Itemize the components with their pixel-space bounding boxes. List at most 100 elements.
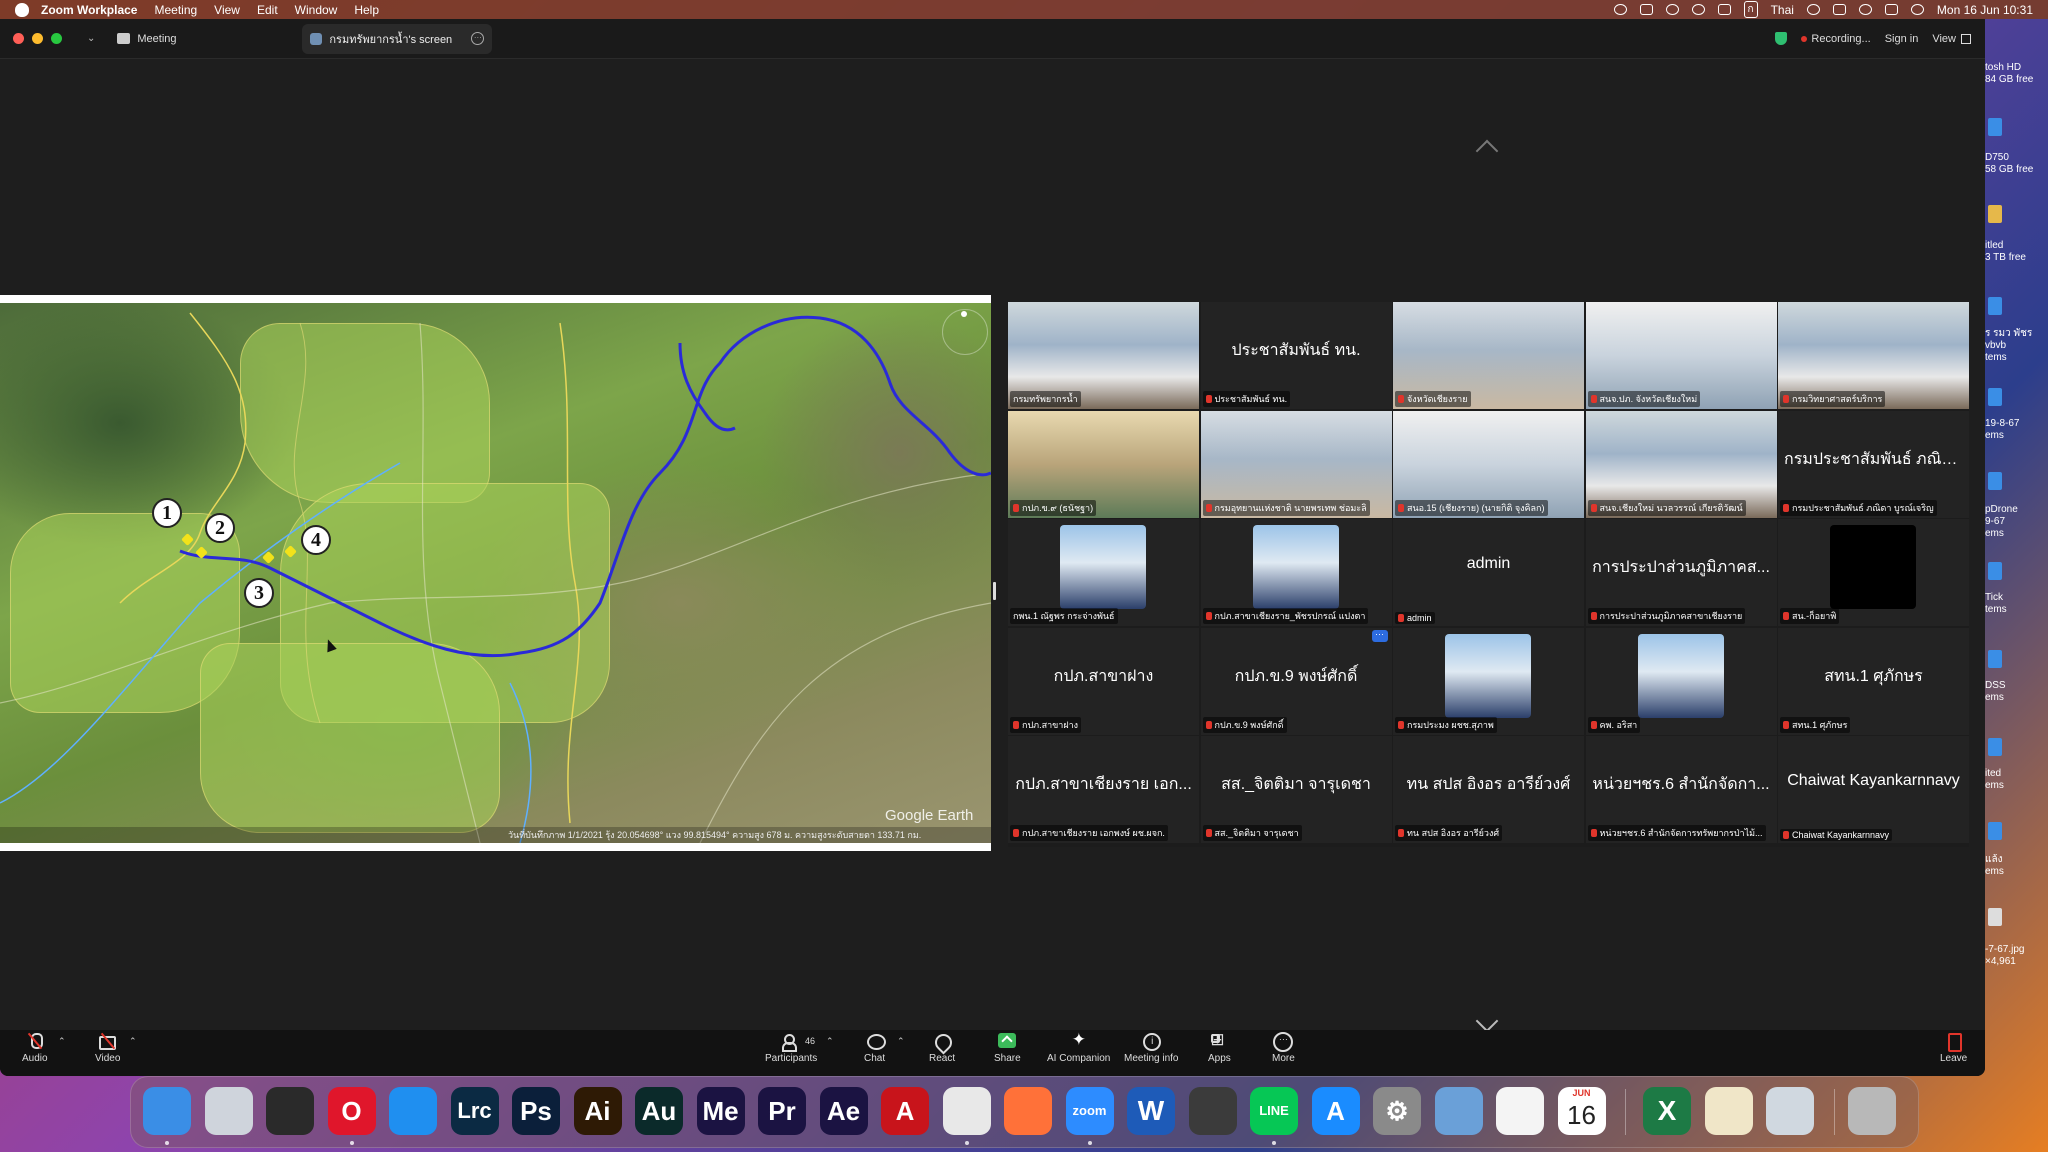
dock-app-opera-icon[interactable]: O	[327, 1087, 376, 1135]
dock-app-media-encoder-icon[interactable]: Me	[696, 1087, 745, 1135]
dock-app-final-cut-icon[interactable]	[1188, 1087, 1237, 1135]
folder-icon[interactable]	[1988, 297, 2002, 315]
audio-options-caret-icon[interactable]: ⌃	[58, 1036, 66, 1047]
desktop-item-label[interactable]: DSS	[1985, 680, 2048, 692]
menu-view[interactable]: View	[214, 3, 240, 17]
tab-more-icon[interactable]: ···	[471, 32, 485, 45]
desktop-item-label[interactable]: ร รมว พัชร	[1985, 328, 2048, 340]
desktop-item-label[interactable]: vbvb	[1985, 340, 2048, 352]
input-source-label[interactable]: Thai	[1771, 3, 1794, 17]
menu-edit[interactable]: Edit	[257, 3, 278, 17]
participant-tile[interactable]: จังหวัดเชียงราย	[1393, 302, 1584, 409]
dock-app-chrome-icon[interactable]	[942, 1087, 991, 1135]
participant-tile[interactable]: กรมอุทยานแห่งชาติ นายพรเทพ ช่อมะลิ	[1200, 410, 1392, 518]
participant-tile[interactable]: กปภ.สาขาเชียงราย_พัชรปกรณ์ แปงตา	[1200, 519, 1392, 626]
panel-resize-handle[interactable]	[993, 582, 996, 600]
collapse-up-button[interactable]	[1474, 139, 1500, 153]
drive-icon[interactable]	[1988, 205, 2002, 223]
folder-icon[interactable]	[1988, 650, 2002, 668]
dock-app-safari-icon[interactable]	[389, 1087, 437, 1135]
apps-button[interactable]: Apps	[1208, 1030, 1231, 1064]
desktop-item-label[interactable]: itled	[1985, 240, 2048, 252]
dock-app-firefox-icon[interactable]	[1004, 1087, 1052, 1135]
volume-icon[interactable]	[1717, 4, 1731, 15]
menu-app-name[interactable]: Zoom Workplace	[41, 3, 137, 17]
meeting-info-button[interactable]: Meeting info	[1124, 1033, 1178, 1064]
zoom-status-icon[interactable]	[1613, 4, 1627, 15]
dock-app-mail-drop-icon[interactable]	[1766, 1087, 1814, 1135]
participant-tile[interactable]: สน.-ก็อยาพิ	[1778, 519, 1969, 626]
chat-status-icon[interactable]	[1665, 4, 1679, 15]
dock-app-acrobat-icon[interactable]: A	[881, 1087, 929, 1135]
folder-icon[interactable]	[1988, 738, 2002, 756]
chat-caret-icon[interactable]: ⌃	[897, 1036, 905, 1047]
participant-tile[interactable]: กรมทรัพยากรน้ำ	[1008, 302, 1199, 409]
recording-indicator[interactable]: Recording...	[1801, 33, 1871, 45]
folder-icon[interactable]	[1988, 388, 2002, 406]
participant-tile[interactable]: กรมประมง ผชช.สุภาพ	[1393, 627, 1584, 735]
printer-icon[interactable]	[1639, 4, 1653, 15]
desktop-item-label[interactable]: 19-8-67	[1985, 418, 2048, 430]
share-button[interactable]: Share	[994, 1033, 1021, 1064]
chat-button[interactable]: Chat	[864, 1033, 886, 1064]
dock-app-excel-icon[interactable]: X	[1643, 1087, 1691, 1135]
tile-more-options-icon[interactable]: ···	[1371, 629, 1388, 642]
participant-tile[interactable]: admin admin	[1393, 519, 1584, 626]
participant-tile[interactable]: สนจ.เชียงใหม่ นวลวรรณ์ เกียรติวัฒน์	[1585, 410, 1777, 518]
participant-tile[interactable]: ประชาสัมพันธ์ ทน. ประชาสัมพันธ์ ทน.	[1200, 302, 1392, 409]
desktop-item-label[interactable]: pDrone	[1985, 504, 2048, 516]
drive-icon[interactable]	[1988, 118, 2002, 136]
folder-icon[interactable]	[1988, 822, 2002, 840]
time-machine-icon[interactable]	[1691, 4, 1705, 15]
participant-tile[interactable]: คพ. อริสา	[1585, 627, 1777, 735]
bluetooth-icon[interactable]	[1806, 4, 1820, 15]
menu-window[interactable]: Window	[295, 3, 338, 17]
participant-tile[interactable]: Chaiwat Kayankarnnavy Chaiwat Kayankarnna…	[1778, 736, 1969, 843]
dock-app-system-settings-icon[interactable]: ⚙	[1373, 1087, 1421, 1135]
participant-tile[interactable]: กรมประชาสัมพันธ์ ภณิต... กรมประชาสัมพันธ์…	[1778, 410, 1969, 518]
sign-in-link[interactable]: Sign in	[1885, 33, 1919, 45]
menu-meeting[interactable]: Meeting	[154, 3, 197, 17]
image-file-icon[interactable]	[1988, 908, 2002, 926]
participant-tile[interactable]: ทน สปส อิงอร อารีย์วงศ์ ทน สปส อิงอร อารี…	[1393, 736, 1584, 843]
chevron-down-icon[interactable]: ⌄	[87, 33, 95, 44]
dock-app-premiere-icon[interactable]: Pr	[758, 1087, 806, 1135]
folder-icon[interactable]	[1988, 472, 2002, 490]
participant-tile[interactable]: หน่วยฯชร.6 สำนักจัดกา... หน่วยฯชร.6 สำนัก…	[1585, 736, 1777, 843]
video-button[interactable]: Video	[95, 1033, 120, 1064]
compass-icon[interactable]	[942, 309, 988, 355]
dock-app-line-icon[interactable]: LINE	[1250, 1087, 1298, 1135]
close-window-button[interactable]	[13, 33, 24, 44]
dock-app-zoom-icon[interactable]: zoom	[1065, 1087, 1114, 1135]
desktop-item-label[interactable]: tosh HD	[1985, 62, 2048, 74]
tab-shared-screen[interactable]: กรมทรัพยากรน้ำ's screen ···	[302, 23, 493, 54]
participant-tile[interactable]: กพน.1 ณัฐพร กระจ่างพันธ์	[1008, 519, 1199, 626]
desktop-item-label[interactable]: แล้ง	[1985, 854, 2048, 866]
ai-companion-button[interactable]: AI Companion	[1047, 1030, 1110, 1064]
dock-app-finder-icon[interactable]	[143, 1087, 191, 1135]
minimize-window-button[interactable]	[32, 33, 43, 44]
folder-icon[interactable]	[1988, 562, 2002, 580]
participant-tile[interactable]: กปภ.สาขาฝาง กปภ.สาขาฝาง	[1008, 627, 1199, 735]
dock-app-preview-icon[interactable]	[1434, 1087, 1483, 1135]
desktop-item-label[interactable]: -7-67.jpg	[1985, 944, 2048, 956]
view-button[interactable]: View	[1932, 33, 1971, 45]
dock-app-audition-icon[interactable]: Au	[635, 1087, 683, 1135]
dock-app-illustrator-icon[interactable]: Ai	[573, 1087, 622, 1135]
leave-button[interactable]: Leave	[1940, 1033, 1967, 1064]
participant-tile[interactable]: กปภ.ข.9 พงษ์ศักดิ์ กปภ.ข.9 พงษ์ศักดิ์ ···	[1200, 627, 1392, 735]
control-center-icon[interactable]	[1884, 4, 1898, 15]
participant-tile[interactable]: สส._จิตติมา จารุเดชา สส._จิตติมา จารุเดชา	[1200, 736, 1392, 843]
dock-app-word-icon[interactable]: W	[1127, 1087, 1175, 1135]
dock-app-lightroom-classic-icon[interactable]: Lrc	[450, 1087, 499, 1135]
dock-app-calendar-icon[interactable]: JUN 16	[1557, 1087, 1606, 1135]
siri-icon[interactable]	[1910, 4, 1924, 15]
battery-icon[interactable]	[1832, 4, 1846, 15]
participant-tile[interactable]: กปภ.ข.๙ (ธนัชฐา)	[1008, 410, 1199, 518]
menubar-clock[interactable]: Mon 16 Jun 10:31	[1937, 3, 2033, 17]
input-source-indicator[interactable]: ก	[1743, 1, 1758, 18]
participant-tile[interactable]: กรมวิทยาศาสตร์บริการ	[1778, 302, 1969, 409]
desktop-item-label[interactable]: Tick	[1985, 592, 2048, 604]
participants-caret-icon[interactable]: ⌃	[826, 1036, 834, 1047]
desktop-item-label[interactable]: D750	[1985, 152, 2048, 164]
